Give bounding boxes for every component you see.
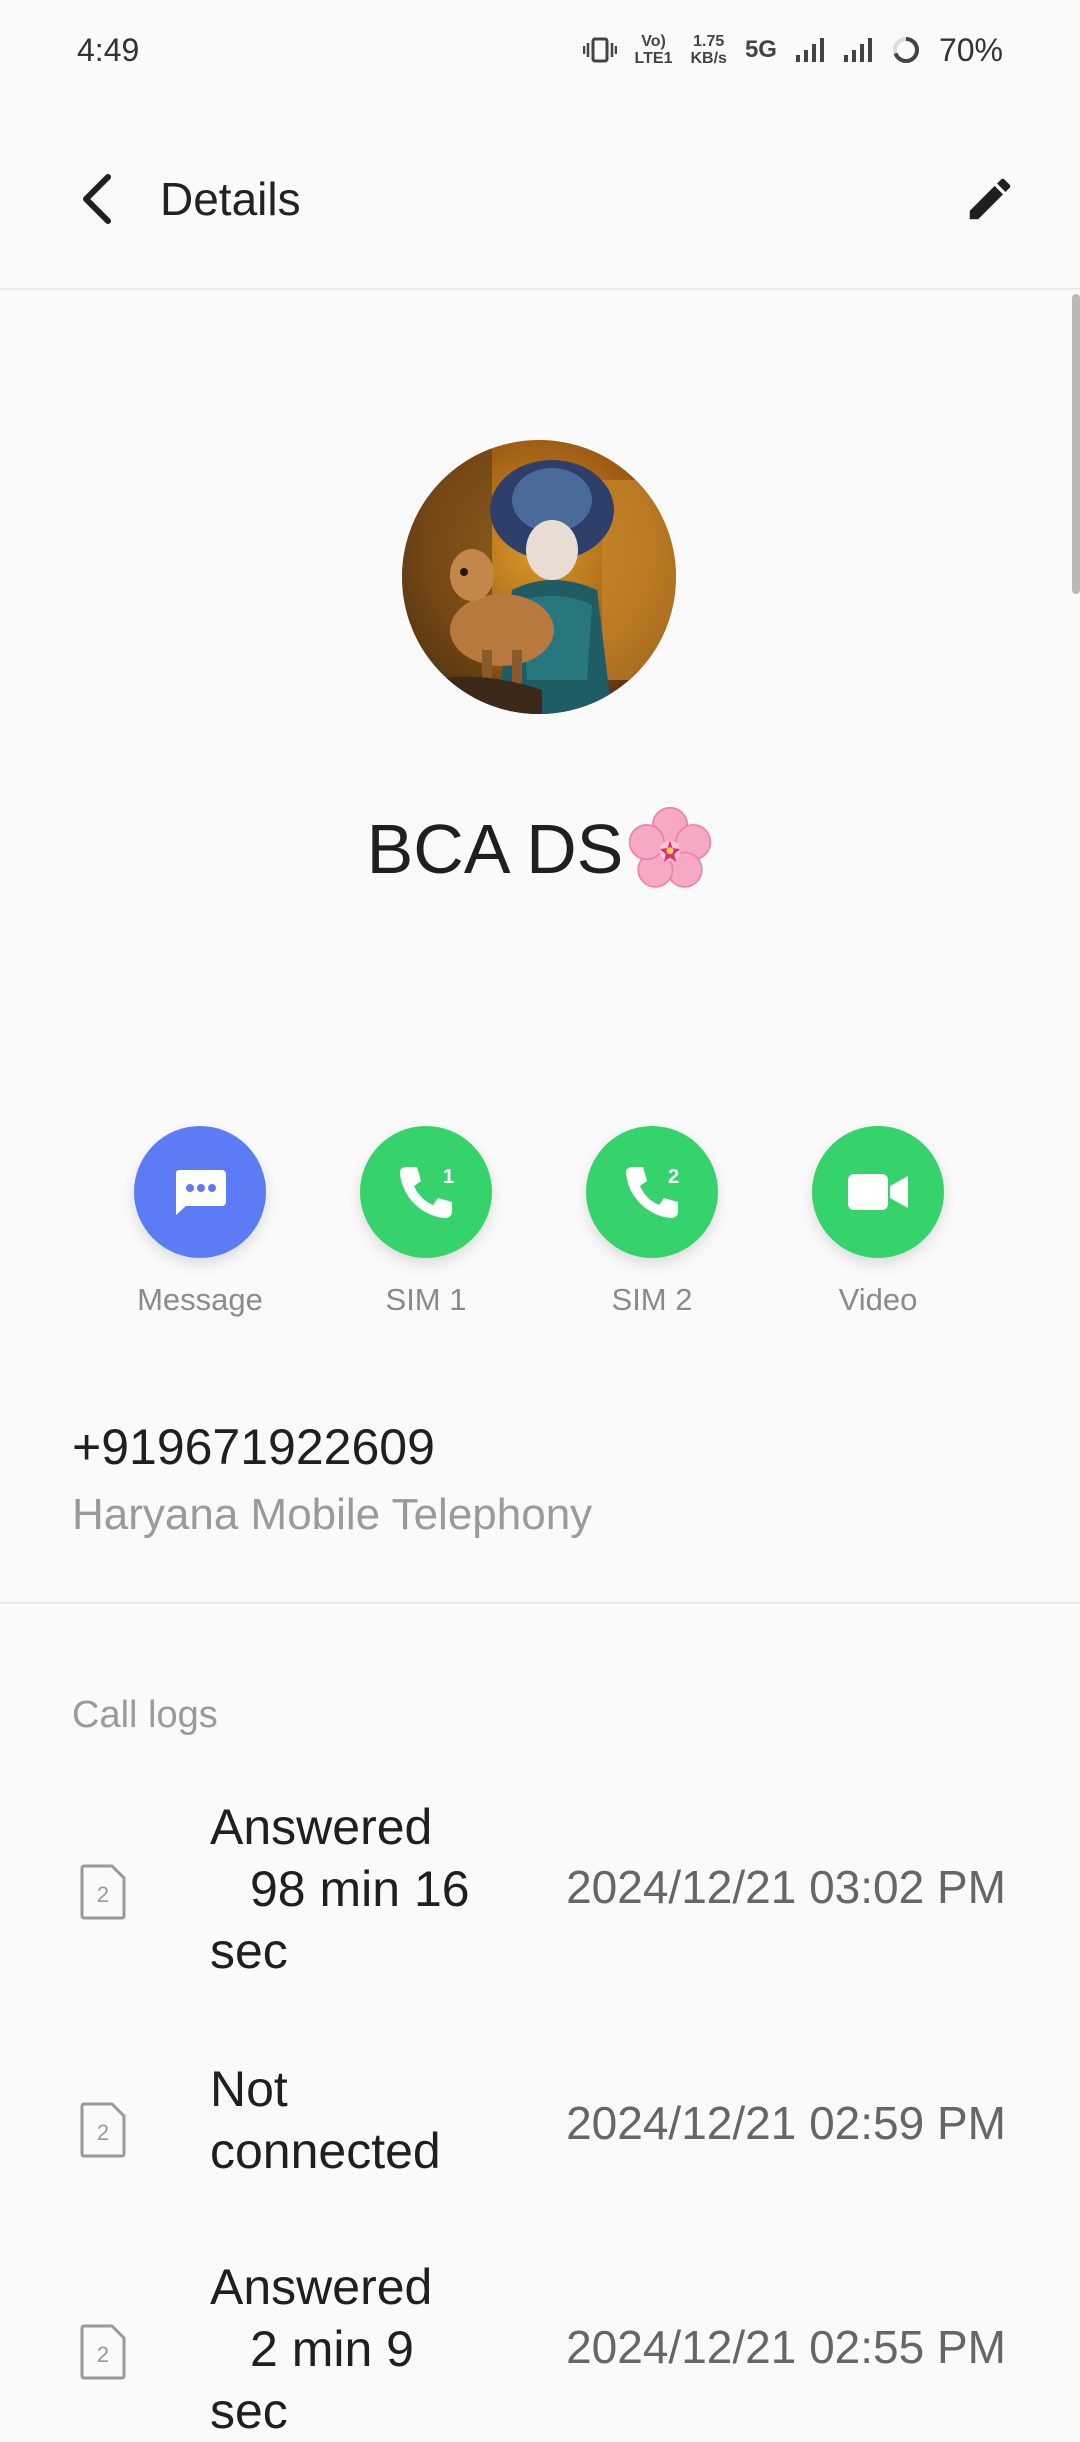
sim2-call-button[interactable]: 2 — [586, 1126, 718, 1258]
svg-text:2: 2 — [97, 2342, 109, 2367]
video-call-button[interactable] — [812, 1126, 944, 1258]
sim-card-icon: 2 — [80, 2324, 126, 2380]
pencil-icon — [969, 178, 1011, 220]
call-log-row[interactable]: 2 Answered 2 min 9 sec 2024/12/21 02:55 … — [0, 2256, 1080, 2439]
call-log-row[interactable]: 2 Answered 98 min 16 sec 2024/12/21 03:0… — [0, 1796, 1080, 1986]
status-icons: Vo) LTE1 1.75 KB/s 5G 70% — [582, 31, 1003, 69]
message-action[interactable]: Message — [110, 1126, 290, 1318]
call-status: Answered 98 min 16 sec — [210, 1799, 470, 1979]
contact-name: BCA DS — [0, 806, 1080, 892]
sim1-label: SIM 1 — [385, 1282, 467, 1317]
svg-text:2: 2 — [668, 1166, 679, 1188]
network-type: 5G — [744, 36, 777, 63]
network-speed: 1.75 KB/s — [690, 33, 727, 67]
call-status: Answered 2 min 9 sec — [210, 2259, 433, 2439]
contact-avatar — [402, 440, 676, 714]
battery-icon — [892, 37, 919, 63]
sim-card-icon: 2 — [80, 1864, 126, 1920]
contact-name-text: BCA DS — [366, 810, 624, 888]
avatar-image — [402, 440, 676, 714]
sim1-call-button[interactable]: 1 — [360, 1126, 492, 1258]
phone-sim1-icon: 1 — [400, 1166, 454, 1218]
carrier-name: Haryana Mobile Telephony — [72, 1490, 593, 1539]
signal-icon-1 — [795, 38, 824, 62]
call-datetime: 2024/12/21 02:59 PM — [566, 2097, 1006, 2149]
svg-text:2: 2 — [97, 2120, 109, 2145]
call-logs-title: Call logs — [72, 1694, 218, 1736]
status-bar: 4:49 Vo) LTE1 1.75 KB/s 5G 70% — [0, 0, 1080, 100]
volte-indicator: Vo) LTE1 — [634, 33, 673, 67]
message-button[interactable] — [134, 1126, 266, 1258]
cherry-blossom-icon — [629, 806, 712, 888]
video-camera-icon — [848, 1174, 908, 1210]
sim1-call-action[interactable]: 1 SIM 1 — [336, 1126, 516, 1318]
phone-sim2-icon: 2 — [626, 1166, 679, 1218]
back-arrow-icon — [83, 174, 111, 224]
phone-number[interactable]: +919671922609 — [72, 1418, 435, 1476]
page-title: Details — [160, 173, 301, 225]
app-bar: Details — [0, 110, 1080, 290]
sim2-call-action[interactable]: 2 SIM 2 — [562, 1126, 742, 1318]
call-datetime: 2024/12/21 02:55 PM — [566, 2321, 1006, 2373]
status-time: 4:49 — [77, 31, 140, 68]
svg-text:2: 2 — [97, 1882, 109, 1907]
call-log-row[interactable]: 2 Not connected 2024/12/21 02:59 PM — [0, 2058, 1080, 2198]
contact-actions: Message 1 SIM 1 2 SIM 2 Video — [0, 1126, 1080, 1326]
section-divider — [0, 1602, 1080, 1604]
signal-icon-2 — [843, 38, 872, 62]
message-icon — [175, 1170, 226, 1215]
call-status: Not connected — [210, 2061, 441, 2179]
battery-level: 70% — [938, 31, 1003, 68]
call-datetime: 2024/12/21 03:02 PM — [566, 1861, 1006, 1913]
sim-card-icon: 2 — [80, 2102, 126, 2158]
video-call-action[interactable]: Video — [788, 1126, 968, 1318]
back-button[interactable] — [70, 171, 126, 227]
scrollbar[interactable] — [1072, 294, 1080, 594]
video-label: Video — [838, 1282, 918, 1317]
sim2-label: SIM 2 — [611, 1282, 693, 1317]
vibrate-icon — [582, 37, 617, 63]
message-label: Message — [137, 1282, 263, 1317]
svg-text:1: 1 — [443, 1166, 454, 1188]
edit-button[interactable] — [960, 169, 1020, 229]
